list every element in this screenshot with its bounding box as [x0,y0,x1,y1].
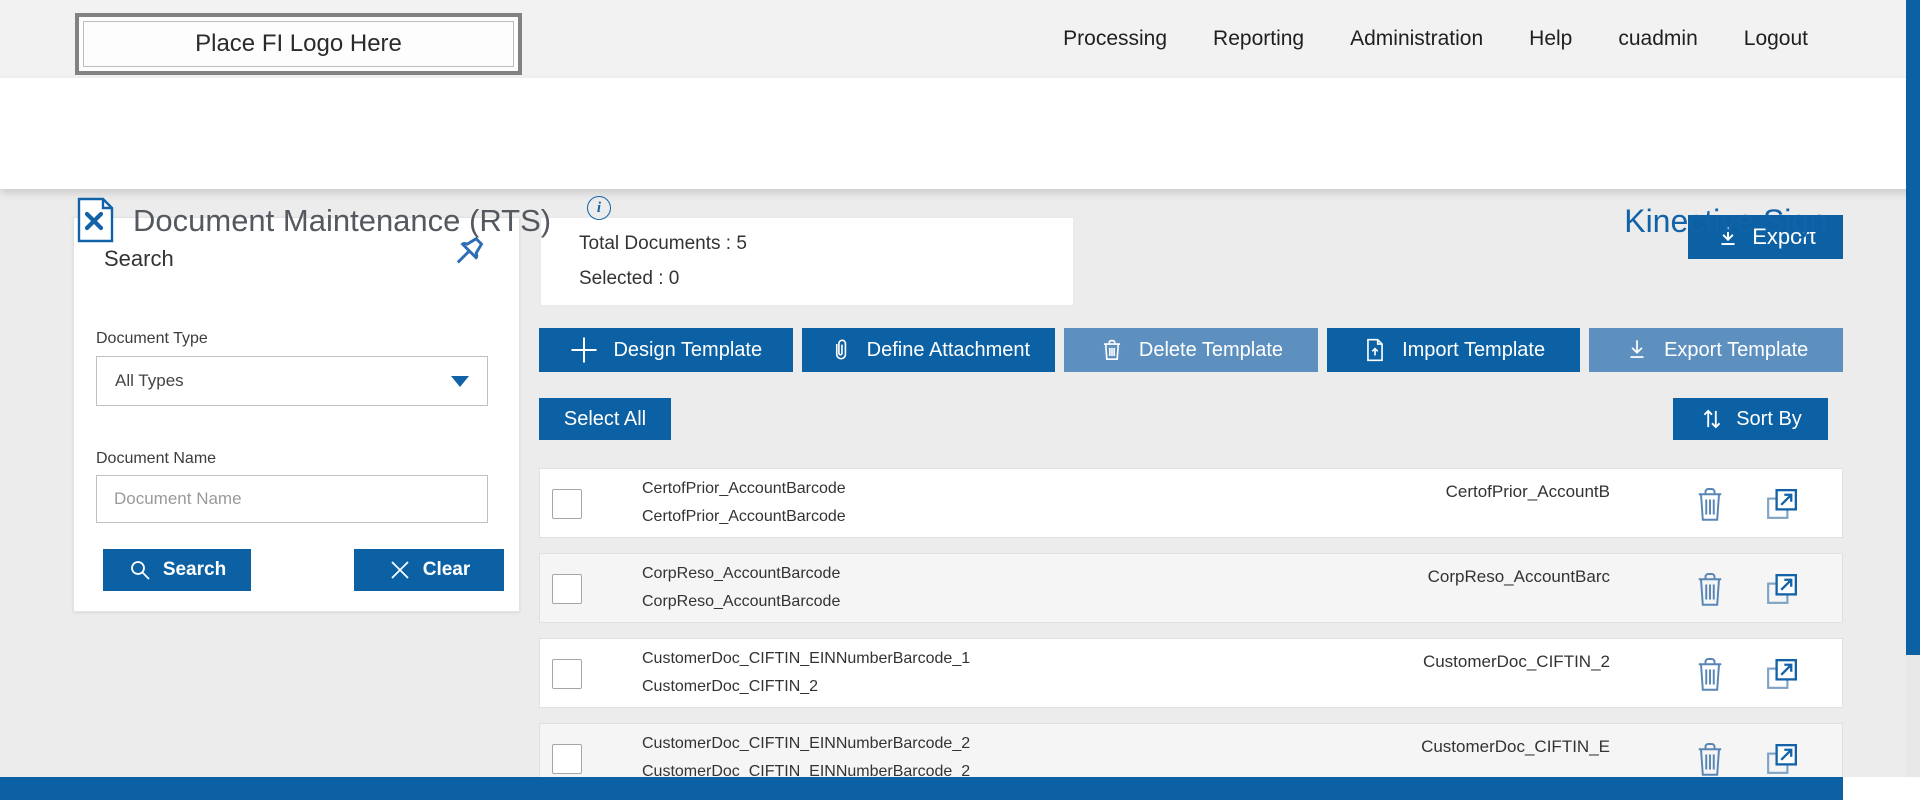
nav-item-help[interactable]: Help [1529,27,1572,51]
document-template-name: CorpReso_AccountBarc [1427,567,1610,586]
document-description: CertofPrior_AccountBarcode [642,508,846,525]
horizontal-scrollbar-thumb[interactable] [0,777,1843,800]
export-template-button[interactable]: Export Template [1589,328,1843,372]
close-icon [391,561,409,579]
selected-label: Selected : [579,268,664,289]
document-name: CustomerDoc_CIFTIN_EINNumberBarcode_1 [642,650,971,667]
nav-item-administration[interactable]: Administration [1350,27,1483,51]
export-template-label: Export Template [1664,338,1809,361]
clear-button[interactable]: Clear [354,549,504,591]
design-template-label: Design Template [613,338,763,361]
selected-value: 0 [668,268,680,289]
page-title: Document Maintenance (RTS) [133,203,552,238]
document-name: CorpReso_AccountBarcode [642,565,841,582]
document-list: CertofPrior_AccountBarcode CertofPrior_A… [539,468,1843,800]
table-row: CorpReso_AccountBarcode CorpReso_Account… [539,553,1843,623]
template-toolbar: Design Template Define Attachment Delete… [539,328,1843,372]
document-name: CustomerDoc_CIFTIN_EINNumberBarcode_2 [642,735,971,752]
vertical-scrollbar-track[interactable] [1906,655,1920,777]
row-checkbox[interactable] [552,574,582,604]
document-name-input[interactable] [96,475,488,523]
download-icon [1630,340,1644,358]
fi-logo-placeholder: Place FI Logo Here [75,13,522,75]
total-documents-value: 5 [736,233,747,254]
page-header: Document Maintenance (RTS) i Kinective S… [0,78,1920,243]
table-row: CertofPrior_AccountBarcode CertofPrior_A… [539,468,1843,538]
search-panel-title: Search [104,246,174,271]
nav-item-logout[interactable]: Logout [1744,27,1808,51]
brand-title: Kinective Sign [1624,203,1827,239]
search-button-label: Search [162,559,227,580]
document-description: CorpReso_AccountBarcode [642,593,841,610]
open-template-icon[interactable] [1762,484,1802,524]
document-name-label: Document Name [96,450,217,467]
define-attachment-button[interactable]: Define Attachment [801,328,1056,372]
document-type-label: Document Type [96,330,208,347]
row-checkbox[interactable] [552,744,582,774]
document-upload-icon [1367,338,1383,362]
document-description: CustomerDoc_CIFTIN_2 [642,678,819,695]
sort-arrows-icon [1703,409,1721,429]
nav-item-cuadmin[interactable]: cuadmin [1618,27,1697,51]
main-menu: Processing Reporting Administration Help… [1063,0,1808,78]
fi-logo-text: Place FI Logo Here [83,21,514,67]
row-checkbox[interactable] [552,489,582,519]
document-type-value: All Types [115,371,184,390]
nav-item-processing[interactable]: Processing [1063,27,1167,51]
delete-row-icon[interactable] [1692,569,1728,609]
document-template-name: CertofPrior_AccountB [1445,482,1610,501]
search-button[interactable]: Search [103,549,251,591]
delete-row-icon[interactable] [1692,654,1728,694]
row-checkbox[interactable] [552,659,582,689]
open-template-icon[interactable] [1762,569,1802,609]
document-template-name: CustomerDoc_CIFTIN_2 [1422,652,1610,671]
document-name: CertofPrior_AccountBarcode [642,480,846,497]
document-type-select[interactable]: All Types [96,356,488,406]
document-maintenance-icon [76,197,114,243]
delete-row-icon[interactable] [1692,739,1728,779]
trash-icon [1103,339,1121,361]
sort-by-label: Sort By [1736,407,1802,430]
select-all-button[interactable]: Select All [539,398,671,440]
total-documents-label: Total Documents : [579,233,732,254]
clear-button-label: Clear [422,559,471,580]
open-template-icon[interactable] [1762,739,1802,779]
top-nav-bar: Place FI Logo Here Processing Reporting … [0,0,1920,78]
search-icon [130,561,150,580]
summary-card: Total Documents : 5 Selected : 0 [540,217,1074,306]
select-all-label: Select All [563,407,647,430]
info-icon[interactable]: i [587,196,611,220]
sort-by-button[interactable]: Sort By [1673,398,1828,440]
delete-row-icon[interactable] [1692,484,1728,524]
delete-template-label: Delete Template [1138,338,1284,361]
paperclip-icon [835,339,846,360]
search-panel: Search Document Type All Types Document … [73,217,520,612]
import-template-button[interactable]: Import Template [1326,328,1581,372]
chevron-down-icon [451,375,469,387]
vertical-scrollbar-thumb[interactable] [1906,0,1920,655]
delete-template-button[interactable]: Delete Template [1064,328,1318,372]
define-attachment-label: Define Attachment [866,338,1031,361]
plus-icon [571,337,597,363]
design-template-button[interactable]: Design Template [539,328,793,372]
nav-item-reporting[interactable]: Reporting [1213,27,1304,51]
table-row: CustomerDoc_CIFTIN_EINNumberBarcode_1 Cu… [539,638,1843,708]
open-template-icon[interactable] [1762,654,1802,694]
document-template-name: CustomerDoc_CIFTIN_E [1421,737,1610,756]
horizontal-scrollbar-track[interactable] [1843,777,1920,800]
import-template-label: Import Template [1402,338,1546,361]
